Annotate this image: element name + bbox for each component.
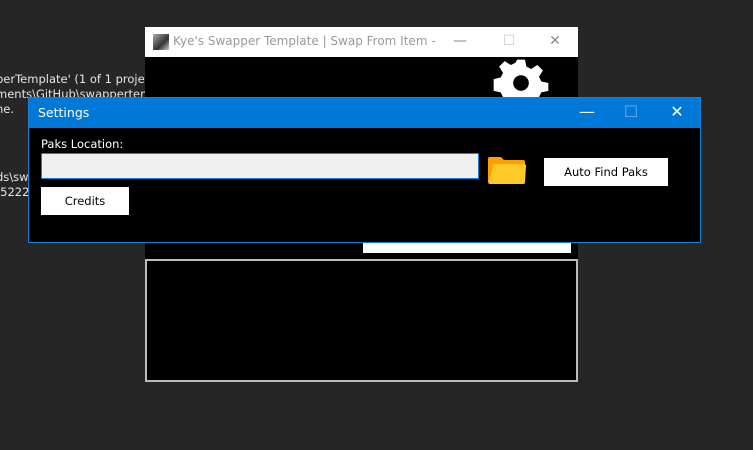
console-line: -5222	[0, 185, 30, 199]
maximize-button[interactable]: ☐	[494, 33, 524, 49]
minimize-button[interactable]: —	[445, 33, 475, 49]
console-line: ds\sw	[0, 170, 29, 184]
console-line: perTemplate' (1 of 1 project)	[0, 72, 160, 86]
main-window-title: Kye's Swapper Template | Swap From Item …	[173, 34, 438, 48]
credits-button[interactable]: Credits	[41, 187, 129, 215]
app-avatar-icon	[153, 34, 169, 50]
settings-window: Settings — ☐ ✕ Paks Location: Auto Find …	[28, 97, 701, 243]
folder-icon[interactable]	[487, 156, 527, 186]
paks-location-input[interactable]	[41, 153, 479, 179]
log-box	[145, 259, 578, 382]
auto-find-paks-button[interactable]: Auto Find Paks	[544, 158, 668, 186]
settings-minimize-button[interactable]: —	[572, 102, 602, 121]
settings-close-button[interactable]: ✕	[662, 102, 692, 121]
settings-title-bar: Settings — ☐ ✕	[29, 98, 700, 128]
main-title-bar: Kye's Swapper Template | Swap From Item …	[145, 27, 578, 57]
settings-maximize-button[interactable]: ☐	[616, 102, 646, 121]
paks-location-label: Paks Location:	[41, 137, 124, 151]
close-button[interactable]: ✕	[540, 33, 570, 49]
settings-title: Settings	[38, 105, 90, 120]
console-line: ne.	[0, 102, 15, 116]
